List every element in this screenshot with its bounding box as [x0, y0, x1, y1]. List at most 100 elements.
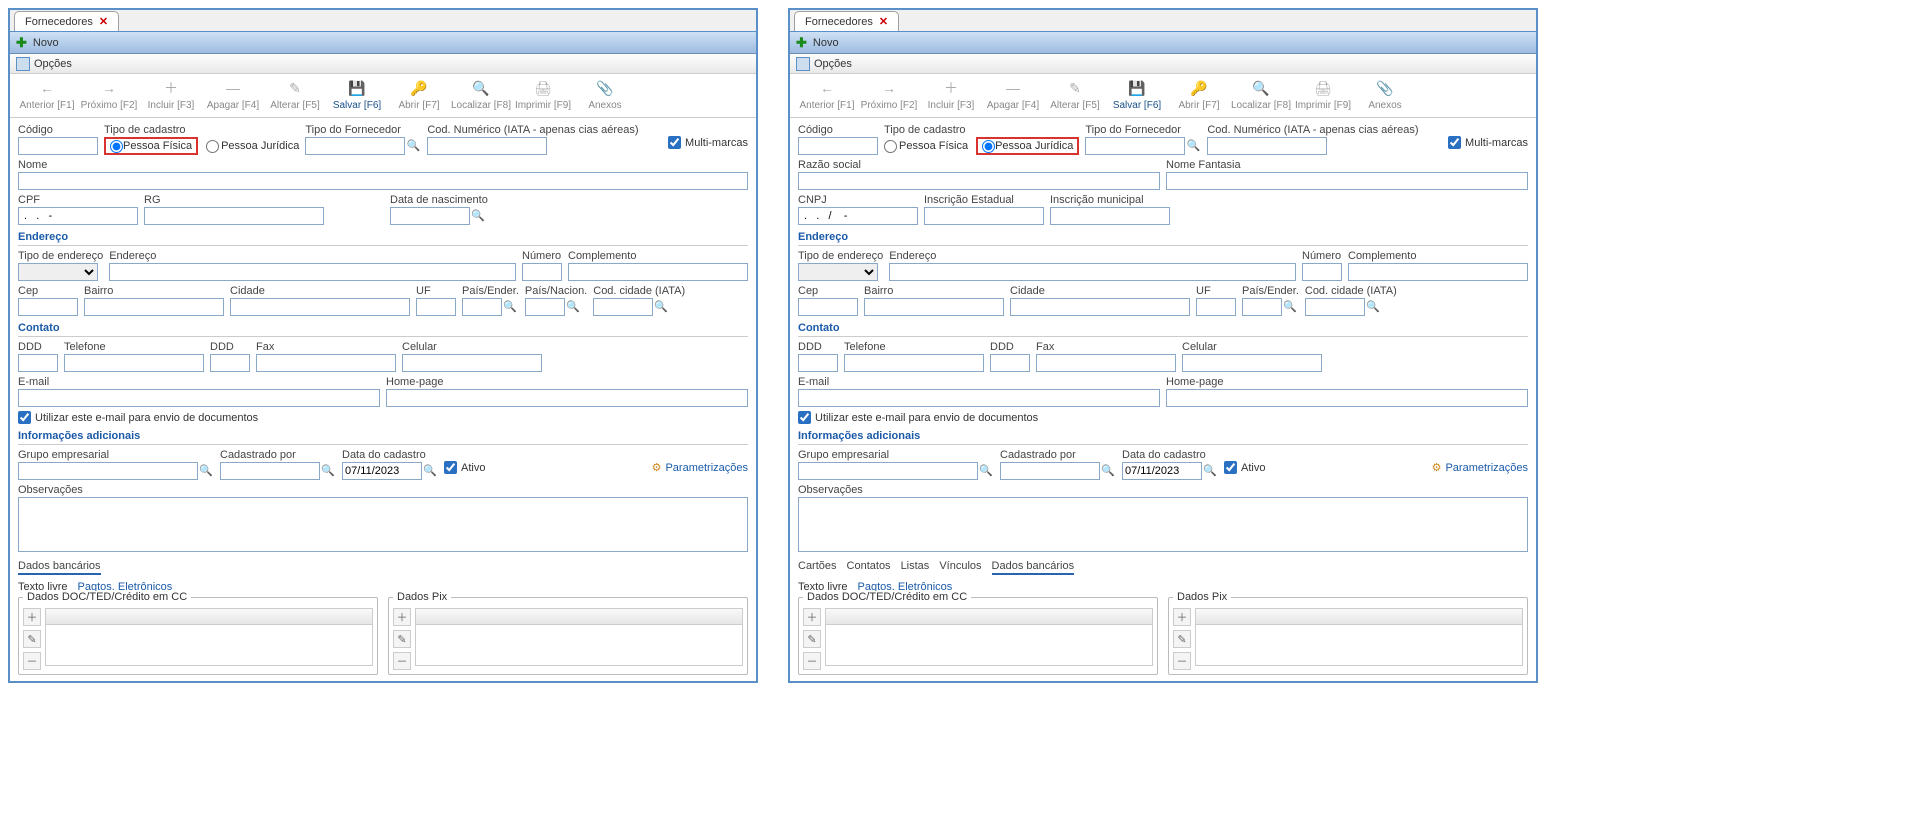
lookup-icon[interactable]: 🔍 — [320, 462, 336, 478]
toolbar-abrir-f7-[interactable]: 🔑Abrir [F7] — [1168, 78, 1230, 111]
toolbar-apagar-f4-[interactable]: —Apagar [F4] — [202, 78, 264, 111]
lookup-icon[interactable]: 🔍 — [422, 462, 438, 478]
pais-ender-input[interactable] — [462, 298, 502, 316]
lookup-icon[interactable]: 🔍 — [198, 462, 214, 478]
observacoes-textarea[interactable] — [798, 497, 1528, 552]
insc-municipal-input[interactable] — [1050, 207, 1170, 225]
lookup-icon[interactable]: 🔍 — [470, 207, 486, 223]
telefone-input[interactable] — [64, 354, 204, 372]
toolbar-incluir-f3-[interactable]: ＋Incluir [F3] — [920, 78, 982, 111]
ativo-checkbox[interactable] — [444, 461, 457, 474]
cep-input[interactable] — [18, 298, 78, 316]
cidade-input[interactable] — [230, 298, 410, 316]
nome-input[interactable] — [18, 172, 748, 190]
add-row-icon[interactable]: ＋ — [1173, 608, 1191, 626]
nome-fantasia-input[interactable] — [1166, 172, 1528, 190]
lookup-icon[interactable]: 🔍 — [1202, 462, 1218, 478]
lookup-icon[interactable]: 🔍 — [1100, 462, 1116, 478]
lookup-icon[interactable]: 🔍 — [502, 298, 518, 314]
pix-grid[interactable] — [1195, 608, 1523, 666]
ddd-tel-input[interactable] — [18, 354, 58, 372]
tab-fornecedores[interactable]: Fornecedores ✕ — [14, 11, 119, 31]
lookup-icon[interactable]: 🔍 — [1185, 137, 1201, 153]
toolbar-pr-ximo-f2-[interactable]: →Próximo [F2] — [858, 78, 920, 111]
toolbar-localizar-f8-[interactable]: 🔍Localizar [F8] — [1230, 78, 1292, 111]
multimarcas-checkbox[interactable] — [668, 136, 681, 149]
close-icon[interactable]: ✕ — [99, 15, 108, 28]
toolbar-anexos[interactable]: 📎Anexos — [574, 78, 636, 111]
ativo-checkbox[interactable] — [1224, 461, 1237, 474]
cod-cidade-input[interactable] — [593, 298, 653, 316]
lookup-icon[interactable]: 🔍 — [978, 462, 994, 478]
endereco-input[interactable] — [109, 263, 516, 281]
bairro-input[interactable] — [84, 298, 224, 316]
complemento-input[interactable] — [568, 263, 748, 281]
lookup-icon[interactable]: 🔍 — [565, 298, 581, 314]
tab-v-nculos[interactable]: Vínculos — [939, 560, 981, 575]
edit-row-icon[interactable]: ✎ — [803, 630, 821, 648]
endereco-input[interactable] — [889, 263, 1296, 281]
homepage-input[interactable] — [1166, 389, 1528, 407]
utilizar-email-checkbox[interactable] — [798, 411, 811, 424]
cadastrado-por-input[interactable] — [1000, 462, 1100, 480]
delete-row-icon[interactable]: － — [393, 652, 411, 670]
data-cadastro-input[interactable] — [1122, 462, 1202, 480]
codigo-input[interactable] — [18, 137, 98, 155]
tab-fornecedores[interactable]: Fornecedores ✕ — [794, 11, 899, 31]
cnpj-input[interactable] — [798, 207, 918, 225]
options-label[interactable]: Opções — [34, 58, 72, 70]
pessoa-juridica-radio[interactable] — [206, 140, 219, 153]
toolbar-abrir-f7-[interactable]: 🔑Abrir [F7] — [388, 78, 450, 111]
tab-listas[interactable]: Listas — [901, 560, 930, 575]
toolbar-anterior-f1-[interactable]: ←Anterior [F1] — [796, 78, 858, 111]
delete-row-icon[interactable]: － — [803, 652, 821, 670]
sub-tab-novo[interactable]: Novo — [33, 37, 59, 49]
data-nasc-input[interactable] — [390, 207, 470, 225]
delete-row-icon[interactable]: － — [23, 652, 41, 670]
edit-row-icon[interactable]: ✎ — [23, 630, 41, 648]
insc-estadual-input[interactable] — [924, 207, 1044, 225]
tab-dados-bancarios[interactable]: Dados bancários — [18, 560, 101, 575]
homepage-input[interactable] — [386, 389, 748, 407]
razao-social-input[interactable] — [798, 172, 1160, 190]
pessoa-fisica-radio[interactable] — [884, 140, 897, 153]
pessoa-juridica-radio[interactable] — [982, 140, 995, 153]
parametrizacoes-link[interactable]: ⚙Parametrizações — [1432, 461, 1528, 474]
options-label[interactable]: Opções — [814, 58, 852, 70]
multimarcas-checkbox[interactable] — [1448, 136, 1461, 149]
toolbar-pr-ximo-f2-[interactable]: →Próximo [F2] — [78, 78, 140, 111]
ddd-fax-input[interactable] — [990, 354, 1030, 372]
fax-input[interactable] — [256, 354, 396, 372]
toolbar-alterar-f5-[interactable]: ✎Alterar [F5] — [264, 78, 326, 111]
email-input[interactable] — [18, 389, 380, 407]
cod-cidade-input[interactable] — [1305, 298, 1365, 316]
observacoes-textarea[interactable] — [18, 497, 748, 552]
data-cadastro-input[interactable] — [342, 462, 422, 480]
toolbar-imprimir-f9-[interactable]: 🖨Imprimir [F9] — [512, 78, 574, 111]
add-row-icon[interactable]: ＋ — [803, 608, 821, 626]
ddd-fax-input[interactable] — [210, 354, 250, 372]
email-input[interactable] — [798, 389, 1160, 407]
doc-grid[interactable] — [45, 608, 373, 666]
telefone-input[interactable] — [844, 354, 984, 372]
toolbar-salvar-f6-[interactable]: 💾Salvar [F6] — [326, 78, 388, 111]
grupo-emp-input[interactable] — [18, 462, 198, 480]
cod-numerico-input[interactable] — [1207, 137, 1327, 155]
tab-dados-banc-rios[interactable]: Dados bancários — [992, 560, 1075, 575]
ddd-tel-input[interactable] — [798, 354, 838, 372]
cadastrado-por-input[interactable] — [220, 462, 320, 480]
tipo-end-select[interactable] — [798, 263, 878, 281]
lookup-icon[interactable]: 🔍 — [1365, 298, 1381, 314]
toolbar-incluir-f3-[interactable]: ＋Incluir [F3] — [140, 78, 202, 111]
sub-tab-novo[interactable]: Novo — [813, 37, 839, 49]
rg-input[interactable] — [144, 207, 324, 225]
complemento-input[interactable] — [1348, 263, 1528, 281]
tab-cart-es[interactable]: Cartões — [798, 560, 837, 575]
toolbar-anexos[interactable]: 📎Anexos — [1354, 78, 1416, 111]
codigo-input[interactable] — [798, 137, 878, 155]
toolbar-imprimir-f9-[interactable]: 🖨Imprimir [F9] — [1292, 78, 1354, 111]
lookup-icon[interactable]: 🔍 — [405, 137, 421, 153]
toolbar-anterior-f1-[interactable]: ←Anterior [F1] — [16, 78, 78, 111]
tipo-fornecedor-input[interactable] — [305, 137, 405, 155]
tipo-fornecedor-input[interactable] — [1085, 137, 1185, 155]
